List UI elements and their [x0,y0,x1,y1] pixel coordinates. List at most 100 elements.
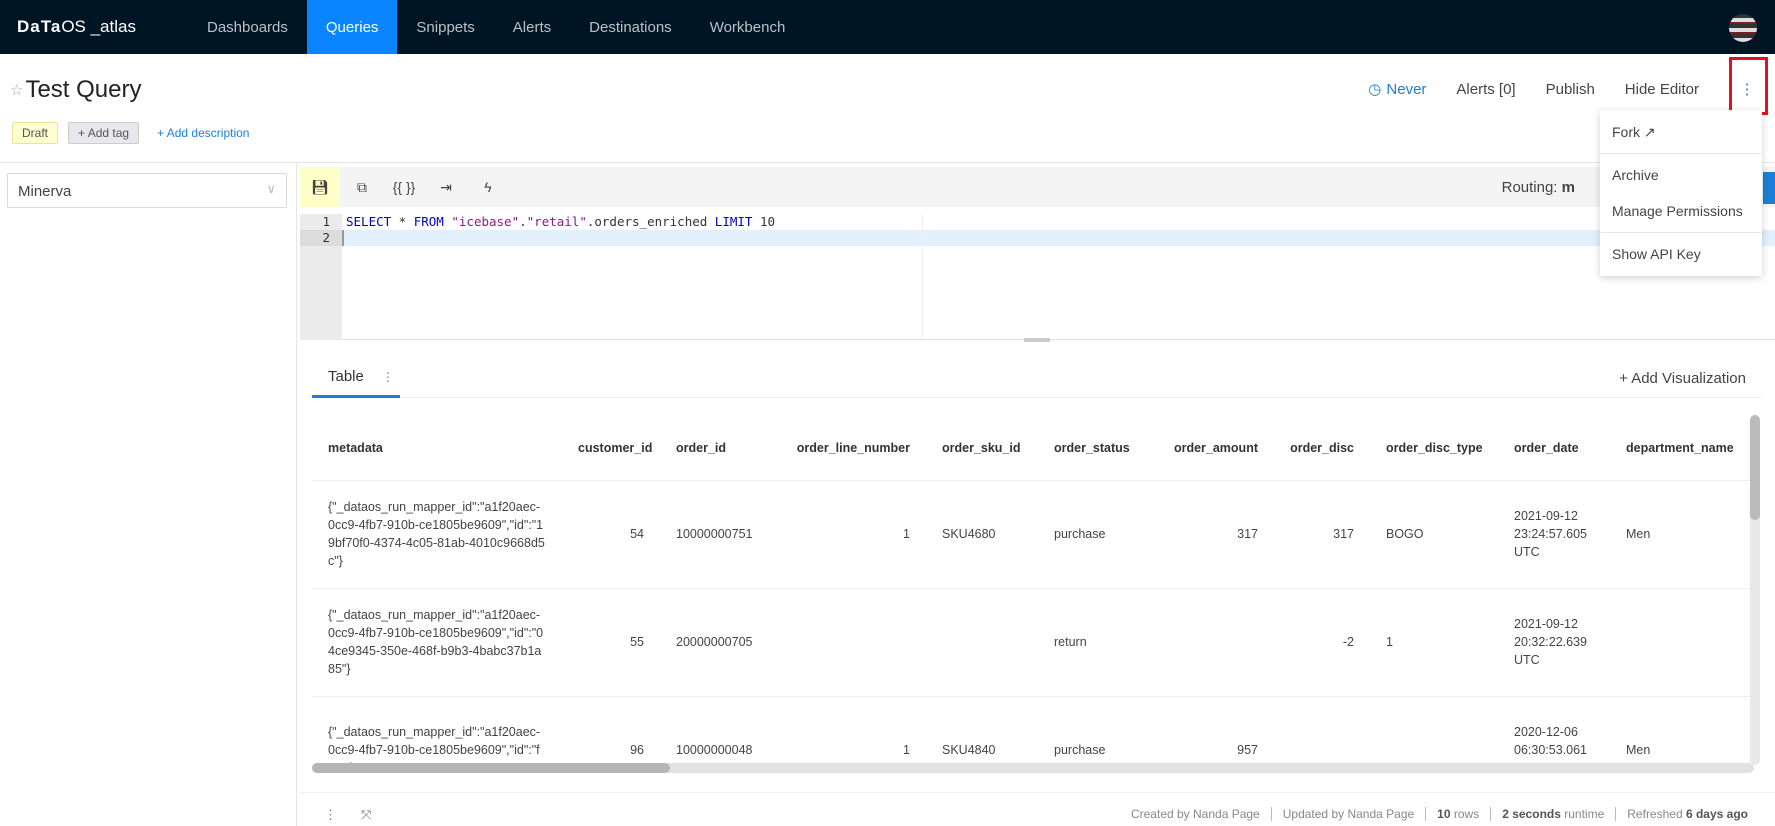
table-cell: 1 [778,696,926,768]
line-gutter: 1 2 [300,214,342,340]
page-title: ☆ Test Query [10,76,142,104]
avatar[interactable] [1729,14,1757,42]
query-title[interactable]: Test Query [25,76,141,104]
table-cell [926,588,1038,697]
tab-options-icon[interactable]: ⋮ [382,370,394,384]
schedule-button[interactable]: ◷ Never [1368,80,1426,98]
column-header-order-status[interactable]: order_status [1038,416,1150,481]
nav-snippets[interactable]: Snippets [397,0,493,54]
table-cell: SKU4840 [926,696,1038,768]
menu-item-archive[interactable]: Archive [1600,157,1762,193]
table-cell: {"_dataos_run_mapper_id":"a1f20aec-0cc9-… [312,480,562,589]
publish-button[interactable]: Publish [1546,81,1595,98]
nav-dashboards[interactable]: Dashboards [188,0,307,54]
table-cell: BOGO [1370,480,1498,589]
table-row: {"_dataos_run_mapper_id":"a1f20aec-0cc9-… [312,480,1754,589]
autocomplete-icon[interactable]: ϟ [468,167,508,207]
nav-workbench[interactable]: Workbench [691,0,805,54]
star-icon[interactable]: ☆ [10,81,23,99]
parameter-icon[interactable]: {{ }} [384,167,424,207]
duplicate-icon[interactable]: ⧉ [342,167,382,207]
table-cell: 2021-09-12 20:32:22.639 UTC [1498,588,1610,697]
table-cell: Men [1610,696,1754,768]
execute-button[interactable] [1763,172,1775,204]
chevron-down-icon: ∨ [266,181,276,196]
created-by: Created by Nanda Page [1130,807,1260,821]
routing-label: Routing: m [1501,179,1575,196]
save-icon[interactable]: 💾︎ [300,167,340,207]
refreshed: Refreshed 6 days ago [1615,807,1759,821]
table-cell: 54 [562,480,660,589]
table-cell: purchase [1038,696,1150,768]
highlight-box [1729,57,1768,115]
logo[interactable]: DaTaOS _atlas [0,17,188,37]
results-table: metadata customer_id order_id order_line_nu… [312,416,1754,768]
hide-editor-button[interactable]: Hide Editor [1625,81,1699,98]
add-description-link[interactable]: + Add description [157,126,249,140]
clock-icon: ◷ [1368,81,1382,98]
more-options-menu: Fork ↗ Archive Manage Permissions Show A… [1600,110,1762,276]
table-cell: Men [1610,480,1754,589]
table-cell: purchase [1038,480,1150,589]
menu-item-fork[interactable]: Fork ↗ [1600,114,1762,150]
column-header-order-disc-type[interactable]: order_disc_type [1370,416,1498,481]
nav-queries[interactable]: Queries [306,0,398,54]
more-options-icon[interactable]: ⋮ [324,807,337,823]
footer: ⋮ ⤧ Created by Nanda Page Updated by Nand… [300,792,1775,826]
table-cell: 1 [1370,588,1498,697]
column-header-department-name[interactable]: department_name [1610,416,1754,481]
column-header-order-date[interactable]: order_date [1498,416,1610,481]
alerts-button[interactable]: Alerts [0] [1456,81,1515,98]
table-cell: 317 [1274,480,1370,589]
nav-alerts[interactable]: Alerts [494,0,570,54]
schema-panel: Minerva ∨ [0,163,297,826]
external-link-icon: ↗ [1643,124,1656,140]
active-line [342,230,1775,246]
runtime: 2 seconds runtime [1490,807,1615,821]
datasource-select[interactable]: Minerva ∨ [7,173,287,208]
table-cell: 20000000705 [660,588,778,697]
column-header-order-sku-id[interactable]: order_sku_id [926,416,1038,481]
top-nav: DaTaOS _atlas Dashboards Queries Snippet… [0,0,1775,54]
table-cell: {"_dataos_run_mapper_id":"a1f20aec-0cc9-… [312,696,562,768]
table-cell: SKU4680 [926,480,1038,589]
column-header-customer-id[interactable]: customer_id [562,416,660,481]
table-cell: 317 [1150,480,1274,589]
table-cell: 2021-09-12 23:24:57.605 UTC [1498,480,1610,589]
table-cell: 10000000048 [660,696,778,768]
fullscreen-icon[interactable]: ⤧ [361,807,371,823]
table-cell [1370,696,1498,768]
tab-table[interactable]: Table ⋮ [312,362,400,398]
table-cell [1150,588,1274,697]
table-cell [1274,696,1370,768]
table-row: {"_dataos_run_mapper_id":"a1f20aec-0cc9-… [312,588,1754,697]
format-icon[interactable]: ⇥ [426,167,466,207]
table-cell: 96 [562,696,660,768]
table-cell [778,588,926,697]
resize-handle[interactable] [1024,338,1050,342]
updated-by: Updated by Nanda Page [1270,807,1425,821]
code-line: SELECT * FROM "icebase"."retail".orders_… [346,214,776,229]
row-count: 10 rows [1425,807,1490,821]
vertical-scrollbar[interactable] [1750,415,1760,765]
table-cell [1610,588,1754,697]
column-header-order-disc[interactable]: order_disc [1274,416,1370,481]
menu-item-manage-permissions[interactable]: Manage Permissions [1600,193,1762,229]
table-cell: 2020-12-06 06:30:53.061 UTC [1498,696,1610,768]
menu-item-show-api-key[interactable]: Show API Key [1600,236,1762,272]
table-row: {"_dataos_run_mapper_id":"a1f20aec-0cc9-… [312,696,1754,768]
table-cell: -2 [1274,588,1370,697]
add-tag-button[interactable]: + Add tag [68,122,140,144]
column-header-order-amount[interactable]: order_amount [1150,416,1274,481]
column-header-metadata[interactable]: metadata [312,416,562,481]
table-cell: 55 [562,588,660,697]
table-cell: 957 [1150,696,1274,768]
add-visualization-button[interactable]: + Add Visualization [1619,370,1746,387]
horizontal-scrollbar[interactable] [312,763,1754,773]
nav-destinations[interactable]: Destinations [570,0,691,54]
column-header-order-id[interactable]: order_id [660,416,778,481]
sql-editor[interactable]: 1 2 SELECT * FROM "icebase"."retail".ord… [300,214,1775,340]
table-cell: {"_dataos_run_mapper_id":"a1f20aec-0cc9-… [312,588,562,697]
column-header-order-line-number[interactable]: order_line_number [778,416,926,481]
editor-toolbar: 💾︎ ⧉ {{ }} ⇥ ϟ Routing: m [300,167,1775,207]
